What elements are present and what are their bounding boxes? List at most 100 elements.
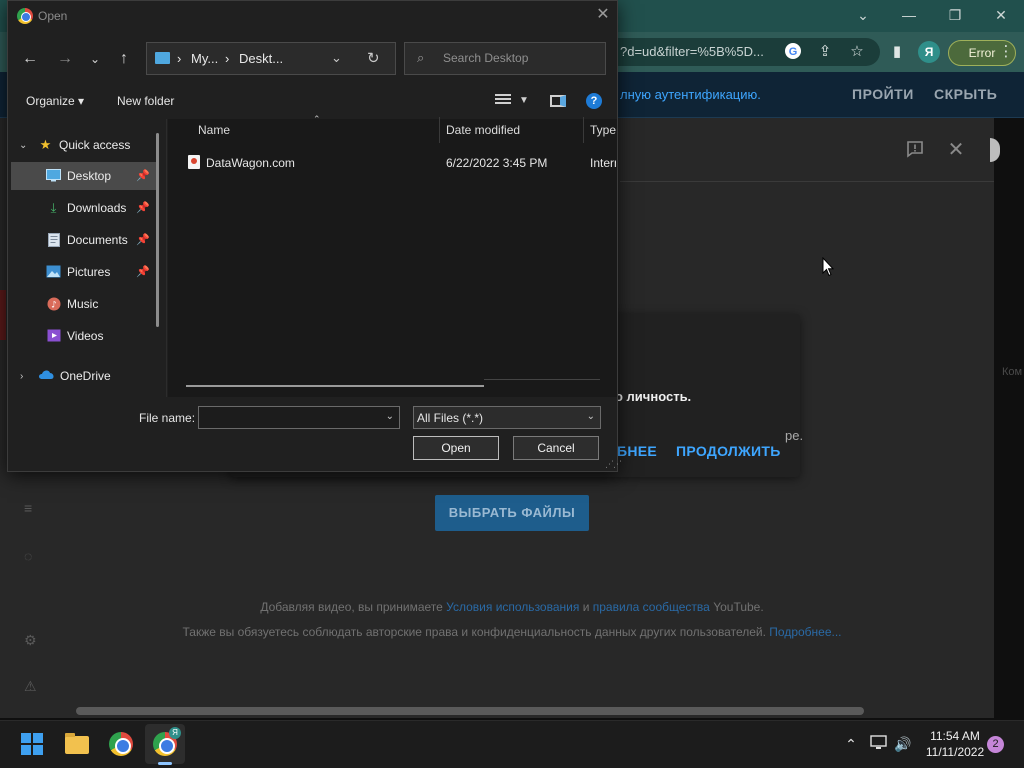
expand-chevron-icon[interactable]: ›	[20, 371, 23, 382]
refresh-icon[interactable]: ↻	[367, 49, 380, 67]
breadcrumb-segment[interactable]: Deskt...	[239, 51, 283, 66]
continue-button[interactable]: ПРОДОЛЖИТЬ	[676, 443, 781, 459]
google-icon[interactable]: G	[783, 42, 803, 62]
bookmark-star-icon[interactable]: ☆	[847, 42, 867, 62]
file-list-scrollbar[interactable]	[186, 385, 484, 387]
select-files-button[interactable]: ВЫБРАТЬ ФАЙЛЫ	[435, 495, 589, 531]
navigation-pane: ⌄ ★ Quick access Desktop 📌 ⤓ Downloads 📌…	[8, 119, 163, 397]
chevron-down-icon[interactable]: ⌄	[852, 6, 874, 24]
search-box[interactable]: ⌕	[404, 42, 606, 75]
search-input[interactable]	[443, 51, 598, 65]
column-separator[interactable]	[583, 117, 584, 143]
rail-icon[interactable]: ≡	[24, 500, 38, 516]
file-type-select[interactable]: All Files (*.*) ⌄	[413, 406, 601, 429]
breadcrumb-chevron-icon[interactable]: ›	[177, 51, 181, 66]
banner-hide-button[interactable]: СКРЫТЬ	[934, 86, 997, 102]
file-name: DataWagon.com	[206, 156, 295, 170]
menu-icon[interactable]: ⋮	[996, 42, 1016, 62]
nav-item-desktop[interactable]: Desktop 📌	[11, 162, 157, 190]
chrome-icon[interactable]	[109, 732, 133, 756]
organize-button[interactable]: Organize ▾	[26, 94, 84, 108]
column-header-date[interactable]: Date modified	[446, 123, 520, 137]
recent-locations-chevron-icon[interactable]: ⌄	[84, 48, 106, 70]
file-row[interactable]: DataWagon.com 6/22/2022 3:45 PM Intern	[185, 151, 616, 175]
minimize-icon[interactable]: —	[898, 6, 920, 24]
nav-item-quick-access[interactable]: ⌄ ★ Quick access	[11, 131, 157, 159]
svg-text:♪: ♪	[51, 301, 57, 311]
view-options-icon[interactable]	[495, 94, 511, 108]
nav-item-downloads[interactable]: ⤓ Downloads 📌	[11, 194, 157, 222]
address-dropdown-icon[interactable]: ⌄	[331, 50, 342, 66]
terms-link[interactable]: Условия использования	[446, 600, 579, 614]
dialog-close-icon[interactable]: ✕	[594, 6, 612, 24]
collapse-chevron-icon[interactable]: ⌄	[19, 140, 27, 151]
file-name-input[interactable]: ⌄	[198, 406, 400, 429]
nav-item-documents[interactable]: Documents 📌	[11, 226, 157, 254]
new-folder-button[interactable]: New folder	[117, 94, 174, 108]
pin-icon: 📌	[136, 266, 150, 278]
learn-more-button[interactable]: БНЕЕ	[617, 443, 657, 459]
navigation-scrollbar[interactable]	[156, 133, 159, 327]
svg-text:G: G	[789, 46, 798, 58]
feedback-icon[interactable]	[905, 140, 925, 160]
pin-icon: 📌	[136, 234, 150, 246]
nav-item-label: Music	[67, 297, 99, 311]
avatar	[990, 138, 1000, 162]
open-button[interactable]: Open	[413, 436, 499, 460]
nav-item-pictures[interactable]: Pictures 📌	[11, 258, 157, 286]
resize-grip-icon[interactable]: ⋰⋰	[605, 459, 622, 470]
address-bar[interactable]: › My... › Deskt... ⌄ ↻	[146, 42, 396, 75]
back-arrow-icon[interactable]: ←	[19, 48, 41, 70]
share-icon[interactable]: ⇪	[815, 42, 835, 62]
mouse-cursor-icon	[822, 257, 834, 277]
verify-title: о личность.	[615, 389, 692, 404]
preview-pane-icon[interactable]	[550, 95, 566, 107]
feedback-icon[interactable]: ⚠	[24, 678, 38, 694]
url-text[interactable]: ?d=ud&filter=%5B%5D...	[620, 44, 764, 59]
restore-icon[interactable]: ❐	[944, 6, 966, 24]
pane-divider[interactable]	[166, 119, 167, 397]
help-icon[interactable]: ?	[586, 93, 602, 109]
show-hidden-icons-chevron-icon[interactable]: ⌃	[842, 735, 860, 753]
rail-icon[interactable]: ◌	[24, 548, 38, 564]
file-type-value: All Files (*.*)	[417, 411, 484, 425]
view-dropdown-icon[interactable]: ▼	[519, 95, 529, 106]
nav-item-label: Pictures	[67, 265, 111, 279]
learn-more-link[interactable]: Подробнее...	[769, 625, 841, 639]
verify-subtitle: ре.	[785, 428, 804, 443]
pictures-icon	[46, 265, 61, 279]
network-icon[interactable]	[869, 735, 887, 753]
volume-icon[interactable]: 🔊	[894, 735, 912, 753]
nav-item-videos[interactable]: Videos	[11, 322, 157, 350]
rail-icon[interactable]: ⚙	[24, 632, 38, 648]
column-header-name[interactable]: Name	[198, 123, 230, 137]
breadcrumb-segment[interactable]: My...	[191, 51, 218, 66]
up-arrow-icon[interactable]: ↑	[113, 48, 135, 70]
cancel-button[interactable]: Cancel	[513, 436, 599, 460]
chevron-down-icon[interactable]: ⌄	[386, 411, 394, 422]
pin-icon: 📌	[136, 202, 150, 214]
clock-time[interactable]: 11:54 AM	[920, 729, 990, 743]
open-file-dialog: Open ✕ ← → ⌄ ↑ › My... › Deskt... ⌄ ↻ ⌕ …	[7, 0, 622, 472]
notifications-badge[interactable]: 2	[987, 736, 1004, 753]
nav-item-music[interactable]: ♪ Music	[11, 290, 157, 318]
pin-icon: 📌	[136, 170, 150, 182]
profile-badge: Я	[169, 727, 181, 739]
profile-avatar[interactable]: Я	[918, 41, 940, 63]
clock-date[interactable]: 11/11/2022	[920, 745, 990, 759]
horizontal-scrollbar[interactable]	[76, 707, 864, 715]
window-close-icon[interactable]: ✕	[990, 6, 1012, 24]
breadcrumb-chevron-icon[interactable]: ›	[225, 51, 229, 66]
file-explorer-icon[interactable]	[65, 733, 89, 754]
close-icon[interactable]: ✕	[945, 139, 967, 161]
column-separator[interactable]	[439, 117, 440, 143]
nav-item-onedrive[interactable]: › OneDrive	[11, 362, 157, 390]
side-panel-icon[interactable]: ▮	[887, 42, 907, 62]
start-windows-icon[interactable]	[21, 733, 43, 755]
active-app-indicator	[158, 762, 172, 765]
column-header-type[interactable]: Type	[590, 123, 616, 137]
banner-pass-button[interactable]: ПРОЙТИ	[852, 86, 914, 102]
forward-arrow-icon[interactable]: →	[54, 48, 76, 70]
privacy-text: Также вы обязуетесь соблюдать авторские …	[0, 625, 1024, 639]
community-guidelines-link[interactable]: правила сообщества	[593, 600, 710, 614]
